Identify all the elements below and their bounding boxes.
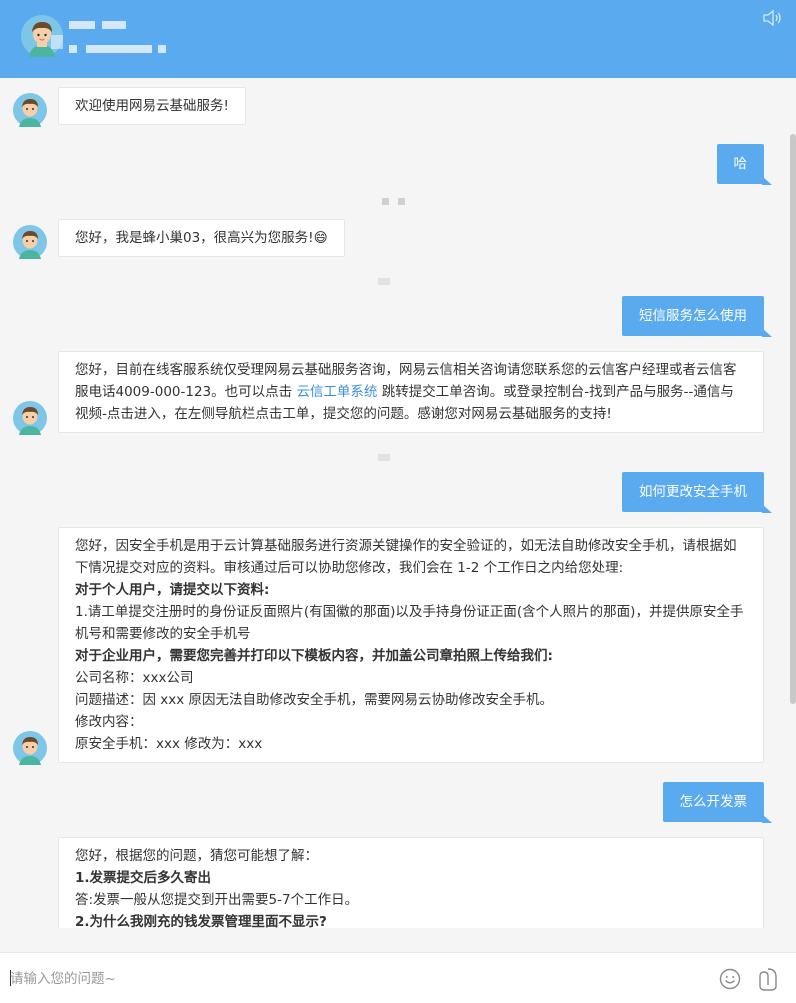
paperclip-icon[interactable] [757, 967, 779, 991]
faq-question-link[interactable]: 1.发票提交后多久寄出 [75, 867, 747, 889]
message-text: 如何更改安全手机 [639, 484, 747, 500]
bot-avatar-icon [13, 731, 47, 765]
bot-message-security-phone: 您好，因安全手机是用于云计算基础服务进行资源关键操作的安全验证的，如无法自助修改… [58, 527, 764, 763]
scrollbar-thumb[interactable] [790, 134, 796, 704]
smiley-icon[interactable] [718, 967, 742, 991]
loading-indicator [374, 278, 390, 286]
user-message: 短信服务怎么使用 [622, 296, 772, 337]
speaker-icon[interactable] [762, 9, 782, 27]
message-text: 1.请工单提交注册时的身份证反面照片(有国徽的那面)以及手持身份证正面(含个人照… [75, 604, 744, 642]
message-text: 短信服务怎么使用 [639, 308, 747, 324]
loading-indicator [374, 454, 390, 462]
faq-question-link[interactable]: 2.为什么我刚充的钱发票管理里面不显示? [75, 911, 747, 928]
chat-messages[interactable]: 欢迎使用网易云基础服务! 哈 您好，我是蜂小巢03，很高兴为您服务!😄 短信服务… [0, 78, 796, 928]
message-text: 哈 [733, 156, 748, 172]
message-text: 欢迎使用网易云基础服务! [75, 98, 229, 114]
message-input[interactable] [10, 966, 690, 992]
message-text: 您好，根据您的问题，猜您可能想了解： [75, 848, 318, 864]
bot-avatar-icon [13, 225, 47, 259]
bot-avatar-icon [13, 401, 47, 435]
message-text: 答:发票一般从您提交到开出需要5-7个工作日。 [75, 892, 359, 908]
loading-indicator [382, 198, 405, 206]
bot-message-sms: 您好，目前在线客服系统仅受理网易云基础服务咨询，网易云信相关咨询请您联系您的云信… [58, 351, 764, 433]
message-text: 怎么开发票 [679, 794, 748, 810]
message-text: 修改内容： [75, 714, 143, 730]
message-text: 公司名称：xxx公司 [75, 670, 194, 686]
chat-header [0, 0, 796, 78]
message-heading: 对于企业用户，需要您完善并打印以下模板内容，并加盖公司章拍照上传给我们: [75, 648, 553, 664]
bot-avatar-icon [13, 93, 47, 127]
bot-message-welcome: 欢迎使用网易云基础服务! [58, 87, 246, 125]
bot-message-greeting: 您好，我是蜂小巢03，很高兴为您服务!😄 [58, 219, 345, 257]
message-text: 问题描述：因 xxx 原因无法自助修改安全手机，需要网易云协助修改安全手机。 [75, 692, 554, 708]
ticket-system-link[interactable]: 云信工单系统 [296, 384, 377, 400]
message-text: 您好，因安全手机是用于云计算基础服务进行资源关键操作的安全验证的，如无法自助修改… [75, 538, 737, 576]
user-message: 哈 [716, 144, 772, 185]
bot-message-invoice: 您好，根据您的问题，猜您可能想了解： 1.发票提交后多久寄出 答:发票一般从您提… [58, 837, 764, 928]
user-message: 如何更改安全手机 [622, 472, 772, 513]
message-text: 原安全手机：xxx 修改为：xxx [75, 736, 263, 752]
user-message: 怎么开发票 [662, 782, 772, 823]
message-text: 您好，我是蜂小巢03，很高兴为您服务!😄 [75, 230, 328, 246]
message-input-bar [0, 952, 796, 1003]
chat-scrollbar[interactable] [788, 78, 796, 928]
message-heading: 对于个人用户，请提交以下资料: [75, 582, 270, 598]
